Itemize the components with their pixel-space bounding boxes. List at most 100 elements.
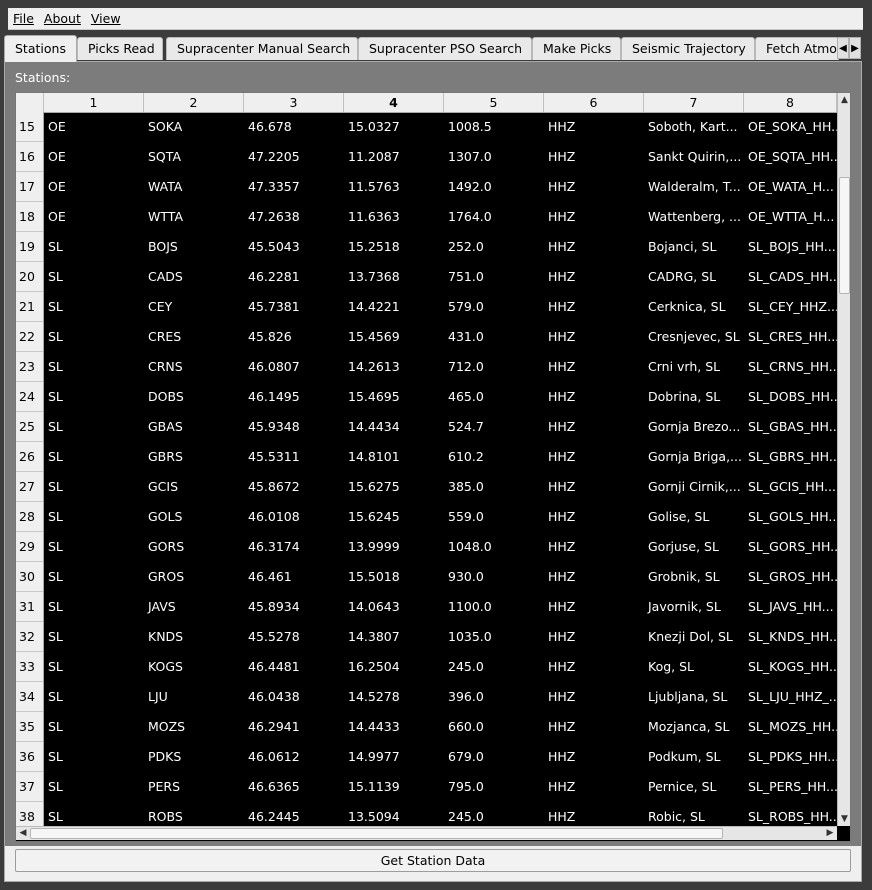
- table-cell-col-4[interactable]: 14.8101: [344, 442, 444, 472]
- table-corner[interactable]: [16, 93, 44, 112]
- table-cell-col-8[interactable]: SL_BOJS_HH...: [744, 232, 837, 262]
- table-cell-col-7[interactable]: Gornji Cirnik,...: [644, 472, 744, 502]
- table-cell-col-8[interactable]: SL_PDKS_HH...: [744, 742, 837, 772]
- table-row[interactable]: SL GORS 46.3174 13.9999 1048.0 HHZ Gorjuse, SL…: [44, 532, 837, 562]
- table-cell-col-3[interactable]: 45.826: [244, 322, 344, 352]
- table-cell-col-1[interactable]: SL: [44, 292, 144, 322]
- table-row[interactable]: SL PERS 46.6365 15.1139 795.0 HHZ Pernice, SL S…: [44, 772, 837, 802]
- table-cell-col-5[interactable]: 1492.0: [444, 172, 544, 202]
- table-cell-col-2[interactable]: PERS: [144, 772, 244, 802]
- table-cell-col-5[interactable]: 930.0: [444, 562, 544, 592]
- column-header-8[interactable]: 8: [744, 93, 837, 112]
- column-header-6[interactable]: 6: [544, 93, 644, 112]
- horizontal-scroll-thumb[interactable]: [30, 828, 723, 839]
- table-cell-col-7[interactable]: Gorjuse, SL: [644, 532, 744, 562]
- table-cell-col-2[interactable]: MOZS: [144, 712, 244, 742]
- table-cell-col-2[interactable]: WTTA: [144, 202, 244, 232]
- row-header[interactable]: 21: [16, 292, 43, 322]
- table-row[interactable]: SL GBRS 45.5311 14.8101 610.2 HHZ Gornja Briga…: [44, 442, 837, 472]
- table-row[interactable]: OE SQTA 47.2205 11.2087 1307.0 HHZ Sankt Quiri…: [44, 142, 837, 172]
- table-cell-col-4[interactable]: 14.4221: [344, 292, 444, 322]
- table-cell-col-3[interactable]: 47.3357: [244, 172, 344, 202]
- table-cell-col-8[interactable]: SL_KNDS_HH...: [744, 622, 837, 652]
- table-cell-col-4[interactable]: 14.4434: [344, 412, 444, 442]
- table-cell-col-8[interactable]: SL_KOGS_HH...: [744, 652, 837, 682]
- table-cell-col-4[interactable]: 15.6245: [344, 502, 444, 532]
- table-cell-col-4[interactable]: 14.4433: [344, 712, 444, 742]
- table-cell-col-3[interactable]: 46.4481: [244, 652, 344, 682]
- table-cell-col-1[interactable]: SL: [44, 772, 144, 802]
- table-cell-col-8[interactable]: OE_WTTA_H...: [744, 202, 837, 232]
- table-cell-col-3[interactable]: 46.2281: [244, 262, 344, 292]
- row-header[interactable]: 37: [16, 772, 43, 802]
- table-cell-col-1[interactable]: SL: [44, 742, 144, 772]
- table-row[interactable]: SL GCIS 45.8672 15.6275 385.0 HHZ Gornji Cirni…: [44, 472, 836, 502]
- table-cell-col-3[interactable]: 45.8934: [244, 592, 344, 622]
- table-row[interactable]: SL KOGS 46.4481 16.2504 245.0 HHZ Kog, SL SL_KO…: [44, 652, 837, 682]
- table-cell-col-5[interactable]: 431.0: [444, 322, 544, 352]
- table-cell-col-7[interactable]: Gornja Briga,...: [644, 442, 744, 472]
- table-cell-col-5[interactable]: 245.0: [444, 652, 544, 682]
- table-row[interactable]: SL CRNS 46.0807 14.2613 712.0 HHZ Crni vrh, SL…: [44, 352, 837, 382]
- table-cell-col-5[interactable]: 579.0: [444, 292, 544, 322]
- table-cell-col-8[interactable]: SL_CRNS_HH...: [744, 352, 837, 382]
- tab-supracenter-manual-search[interactable]: Supracenter Manual Search: [166, 37, 358, 60]
- table-cell-col-8[interactable]: SL_LJU_HHZ_...: [744, 682, 837, 712]
- table-cell-col-2[interactable]: SOKA: [144, 112, 244, 142]
- table-cell-col-7[interactable]: CADRG, SL: [644, 262, 744, 292]
- table-cell-col-8[interactable]: SL_GORS_HH...: [744, 532, 837, 562]
- tab-seismic-trajectory[interactable]: Seismic Trajectory: [621, 37, 755, 60]
- vertical-scroll-thumb[interactable]: [839, 177, 850, 294]
- table-cell-col-5[interactable]: 1764.0: [444, 202, 544, 232]
- table-cell-col-1[interactable]: SL: [44, 352, 144, 382]
- table-row[interactable]: SL KNDS 45.5278 14.3807 1035.0 HHZ Knezji Dol,…: [44, 622, 837, 652]
- table-cell-col-8[interactable]: SL_GCIS_HH...: [744, 472, 837, 502]
- table-cell-col-5[interactable]: 524.7: [444, 412, 544, 442]
- table-cell-col-2[interactable]: CRES: [144, 322, 244, 352]
- table-cell-col-7[interactable]: Soboth, Kart...: [644, 112, 744, 142]
- table-cell-col-1[interactable]: SL: [44, 622, 144, 652]
- scroll-up-icon[interactable]: ▲: [838, 93, 850, 107]
- table-cell-col-5[interactable]: 465.0: [444, 382, 544, 412]
- stations-table[interactable]: 1 2 3 4 5 6 7 8 15 16 17 18 19 20 21 22 23 24 25 26…: [15, 92, 851, 842]
- table-row[interactable]: OE SOKA 46.678 15.0327 1008.5 HHZ Soboth, Kart…: [44, 112, 837, 142]
- table-cell-col-6[interactable]: HHZ: [544, 352, 644, 382]
- row-header[interactable]: 32: [16, 622, 43, 652]
- table-cell-col-1[interactable]: SL: [44, 652, 144, 682]
- table-cell-col-3[interactable]: 46.678: [244, 112, 344, 142]
- table-cell-col-1[interactable]: SL: [44, 712, 144, 742]
- table-cell-col-7[interactable]: Ljubljana, SL: [644, 682, 744, 712]
- table-cell-col-5[interactable]: 679.0: [444, 742, 544, 772]
- table-cell-col-6[interactable]: HHZ: [544, 232, 644, 262]
- table-cell-col-7[interactable]: Crni vrh, SL: [644, 352, 744, 382]
- table-cell-col-4[interactable]: 14.9977: [344, 742, 444, 772]
- table-cell-col-2[interactable]: BOJS: [144, 232, 244, 262]
- row-header[interactable]: 29: [16, 532, 43, 562]
- table-row[interactable]: SL BOJS 45.5043 15.2518 252.0 HHZ Bojanci, SL S…: [44, 232, 836, 262]
- table-cell-col-3[interactable]: 45.7381: [244, 292, 344, 322]
- table-cell-col-2[interactable]: GOLS: [144, 502, 244, 532]
- table-row[interactable]: SL DOBS 46.1495 15.4695 465.0 HHZ Dobrina, SL S…: [44, 382, 837, 412]
- table-cell-col-2[interactable]: LJU: [144, 682, 244, 712]
- table-cell-col-7[interactable]: Golise, SL: [644, 502, 744, 532]
- table-cell-col-3[interactable]: 45.5311: [244, 442, 344, 472]
- row-header[interactable]: 24: [16, 382, 43, 412]
- table-cell-col-3[interactable]: 45.8672: [244, 472, 344, 502]
- table-cell-col-3[interactable]: 46.2941: [244, 712, 344, 742]
- row-header[interactable]: 20: [16, 262, 43, 292]
- table-cell-col-5[interactable]: 795.0: [444, 772, 544, 802]
- table-cell-col-5[interactable]: 712.0: [444, 352, 544, 382]
- table-cell-col-8[interactable]: SL_GBAS_HH...: [744, 412, 837, 442]
- table-row[interactable]: SL PDKS 46.0612 14.9977 679.0 HHZ Podkum, SL SL…: [44, 742, 837, 772]
- table-cell-col-8[interactable]: SL_DOBS_HH...: [744, 382, 837, 412]
- table-cell-col-4[interactable]: 11.2087: [344, 142, 444, 172]
- table-cell-col-6[interactable]: HHZ: [544, 712, 644, 742]
- table-cell-col-7[interactable]: Bojanci, SL: [644, 232, 744, 262]
- table-cell-col-7[interactable]: Mozjanca, SL: [644, 712, 744, 742]
- table-cell-col-4[interactable]: 15.4695: [344, 382, 444, 412]
- table-cell-col-1[interactable]: SL: [44, 412, 144, 442]
- table-cell-col-2[interactable]: JAVS: [144, 592, 244, 622]
- column-header-2[interactable]: 2: [144, 93, 244, 112]
- table-row[interactable]: SL GBAS 45.9348 14.4434 524.7 HHZ Gornja Brezo…: [44, 412, 837, 442]
- column-header-1[interactable]: 1: [44, 93, 144, 112]
